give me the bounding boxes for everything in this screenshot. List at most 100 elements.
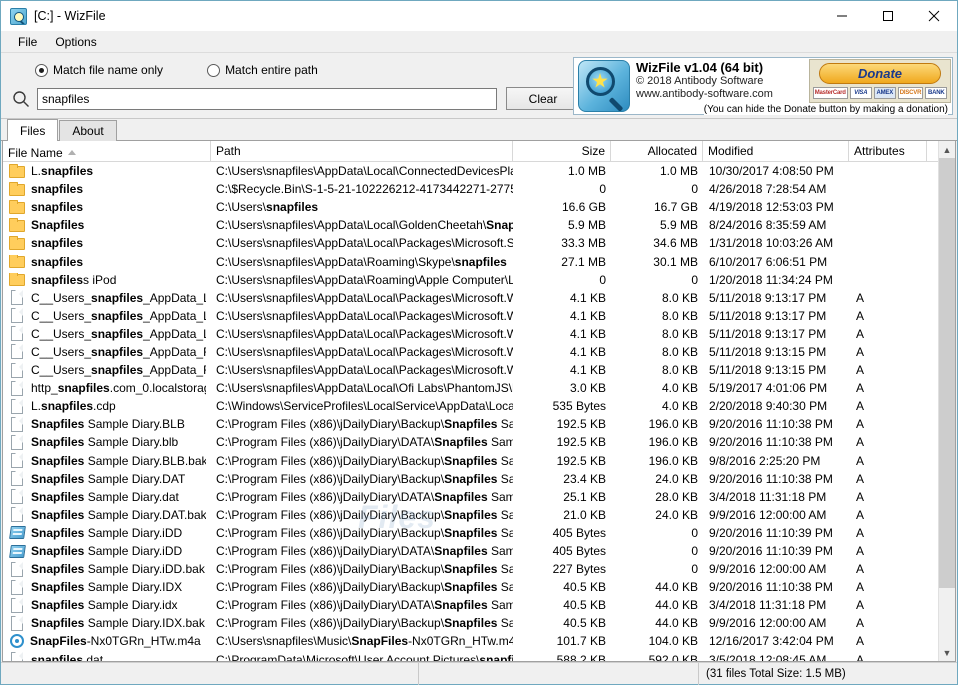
cell-allocated: 44.0 KB [655, 616, 698, 631]
folder-icon [9, 272, 25, 287]
cell-allocated: 44.0 KB [655, 580, 698, 595]
scrollbar-thumb[interactable] [939, 158, 955, 588]
radio-match-entire-path[interactable]: Match entire path [207, 63, 318, 77]
table-row[interactable]: Snapfiles C:\Users\snapfiles\AppData\Loca… [3, 216, 955, 234]
table-row[interactable]: Snapfiles Sample Diary.iDD C:\Program Fil… [3, 542, 955, 560]
column-header-modified[interactable]: Modified [703, 141, 849, 161]
table-row[interactable]: http_snapfiles.com_0.localstorage C:\User… [3, 379, 955, 397]
radio-dot-icon [35, 63, 48, 77]
cell-path: C:\Users\snapfiles [216, 200, 319, 215]
cell-size: 405 Bytes [552, 544, 606, 559]
table-row[interactable]: Snapfiles Sample Diary.BLB C:\Program Fil… [3, 415, 955, 433]
menu-item-file[interactable]: File [9, 33, 46, 51]
table-row[interactable]: SnapFiles-Nx0TGRn_HTw.m4a C:\Users\snapfi… [3, 632, 955, 650]
table-row[interactable]: C__Users_snapfiles_AppData_Loc C:\Users\s… [3, 289, 955, 307]
cell-file-name: C__Users_snapfiles_AppData_Loc [3, 326, 211, 342]
table-row[interactable]: Snapfiles Sample Diary.blb C:\Program Fil… [3, 433, 955, 451]
table-row[interactable]: Snapfiles Sample Diary.BLB.bak C:\Program… [3, 452, 955, 470]
scroll-down-icon[interactable]: ▼ [939, 644, 955, 661]
table-row[interactable]: Snapfiles Sample Diary.DAT.bak C:\Program… [3, 506, 955, 524]
cell-attributes: A [856, 562, 865, 577]
cell-modified: 2/20/2018 9:40:30 PM [709, 399, 828, 414]
clear-button[interactable]: Clear [506, 87, 580, 110]
tab-about[interactable]: About [59, 120, 117, 141]
column-header-attributes[interactable]: Attributes [849, 141, 927, 161]
minimize-icon[interactable] [819, 1, 865, 31]
table-row[interactable]: Snapfiles Sample Diary.DAT C:\Program Fil… [3, 470, 955, 488]
cell-modified: 9/8/2016 2:25:20 PM [709, 453, 821, 468]
table-row[interactable]: L.snapfiles C:\Users\snapfiles\AppData\Lo… [3, 162, 955, 180]
cell-attributes: A [856, 308, 865, 323]
table-row[interactable]: Snapfiles Sample Diary.iDD.bak C:\Program… [3, 560, 955, 578]
cell-size: 16.6 GB [561, 200, 606, 215]
scroll-up-icon[interactable]: ▲ [939, 141, 955, 158]
table-row[interactable]: snapfiless iPod C:\Users\snapfiles\AppDat… [3, 271, 955, 289]
table-row[interactable]: Snapfiles Sample Diary.dat C:\Program Fil… [3, 488, 955, 506]
table-row[interactable]: C__Users_snapfiles_AppData_Roa C:\Users\s… [3, 361, 955, 379]
cell-attributes: A [856, 381, 865, 396]
column-header-file-name[interactable]: File Name [3, 141, 211, 161]
cell-size: 21.0 KB [563, 507, 606, 522]
cell-attributes: A [856, 363, 865, 378]
cell-modified: 3/4/2018 11:31:18 PM [709, 489, 827, 504]
cell-modified: 5/11/2018 9:13:17 PM [709, 290, 827, 305]
table-row[interactable]: snapfiles C:\Users\snapfiles\AppData\Loca… [3, 234, 955, 252]
table-row[interactable]: Snapfiles Sample Diary.IDX.bak C:\Program… [3, 614, 955, 632]
cell-size: 33.3 MB [561, 236, 606, 251]
website-line[interactable]: www.antibody-software.com [636, 88, 773, 101]
column-header-path[interactable]: Path [211, 141, 513, 161]
cell-file-name: Snapfiles [3, 218, 211, 232]
file-name-text: snapfiles [31, 200, 84, 215]
search-input[interactable] [37, 87, 497, 110]
cell-path: C:\Program Files (x86)\jDailyDiary\DATA\… [216, 544, 513, 559]
vertical-scrollbar[interactable]: ▲ ▼ [938, 141, 955, 661]
table-row[interactable]: snapfiles.dat C:\ProgramData\Microsoft\Us… [3, 651, 955, 661]
cell-path: C:\ProgramData\Microsoft\User Account Pi… [216, 652, 513, 661]
cell-file-name: snapfiles.dat [3, 652, 211, 661]
table-row[interactable]: snapfiles C:\Users\snapfiles\AppData\Roam… [3, 252, 955, 270]
cell-attributes: A [856, 417, 865, 432]
file-name-text: C__Users_snapfiles_AppData_Loc [31, 326, 206, 341]
maximize-icon[interactable] [865, 1, 911, 31]
folder-icon [9, 254, 25, 269]
table-row[interactable]: Snapfiles Sample Diary.idx C:\Program Fil… [3, 596, 955, 614]
cell-path: C:\Program Files (x86)\jDailyDiary\DATA\… [216, 489, 513, 504]
file-icon [11, 597, 23, 613]
file-name-text: C__Users_snapfiles_AppData_Loc [31, 308, 206, 323]
donate-note: (You can hide the Donate button by makin… [703, 104, 948, 115]
radio-match-file-name-only[interactable]: Match file name only [35, 63, 163, 77]
match-mode-group: Match file name only Match entire path [35, 63, 362, 77]
cell-modified: 1/20/2018 11:34:24 PM [709, 272, 833, 287]
table-row[interactable]: Snapfiles Sample Diary.iDD C:\Program Fil… [3, 524, 955, 542]
media-icon [10, 634, 24, 649]
file-name-text: snapfiles [31, 182, 84, 197]
column-header-size[interactable]: Size [513, 141, 611, 161]
folder-icon [9, 236, 25, 250]
close-icon[interactable] [911, 1, 957, 31]
results-rows[interactable]: L.snapfiles C:\Users\snapfiles\AppData\Lo… [3, 162, 955, 661]
cell-modified: 9/20/2016 11:10:38 PM [709, 435, 833, 450]
table-row[interactable]: C__Users_snapfiles_AppData_Loc C:\Users\s… [3, 325, 955, 343]
cell-file-name: C__Users_snapfiles_AppData_Roa [3, 344, 211, 360]
table-row[interactable]: snapfiles C:\Users\snapfiles 16.6 GB 16.7 G… [3, 198, 955, 216]
table-row[interactable]: C__Users_snapfiles_AppData_Roa C:\Users\s… [3, 343, 955, 361]
tab-files[interactable]: Files [7, 119, 59, 141]
table-row[interactable]: L.snapfiles.cdp C:\Windows\ServiceProfile… [3, 397, 955, 415]
cell-path: C:\Users\snapfiles\AppData\Local\Package… [216, 308, 513, 323]
menu-item-options[interactable]: Options [46, 33, 105, 51]
file-name-text: C__Users_snapfiles_AppData_Roa [31, 363, 206, 378]
book-icon [9, 544, 26, 558]
cell-size: 535 Bytes [552, 399, 606, 414]
scrollbar-track[interactable] [939, 158, 955, 644]
cell-path: C:\Users\snapfiles\AppData\Local\Package… [216, 236, 513, 251]
donate-button[interactable]: Donate [819, 63, 941, 84]
cell-attributes: A [856, 435, 865, 450]
column-header-allocated[interactable]: Allocated [611, 141, 703, 161]
cell-file-name: Snapfiles Sample Diary.DAT [3, 471, 211, 487]
table-row[interactable]: snapfiles C:\$Recycle.Bin\S-1-5-21-102226… [3, 180, 955, 198]
cell-size: 192.5 KB [556, 453, 606, 468]
table-row[interactable]: C__Users_snapfiles_AppData_Loc C:\Users\s… [3, 307, 955, 325]
table-row[interactable]: Snapfiles Sample Diary.IDX C:\Program Fil… [3, 578, 955, 596]
file-icon [11, 398, 23, 414]
cell-allocated: 34.6 MB [653, 236, 698, 251]
